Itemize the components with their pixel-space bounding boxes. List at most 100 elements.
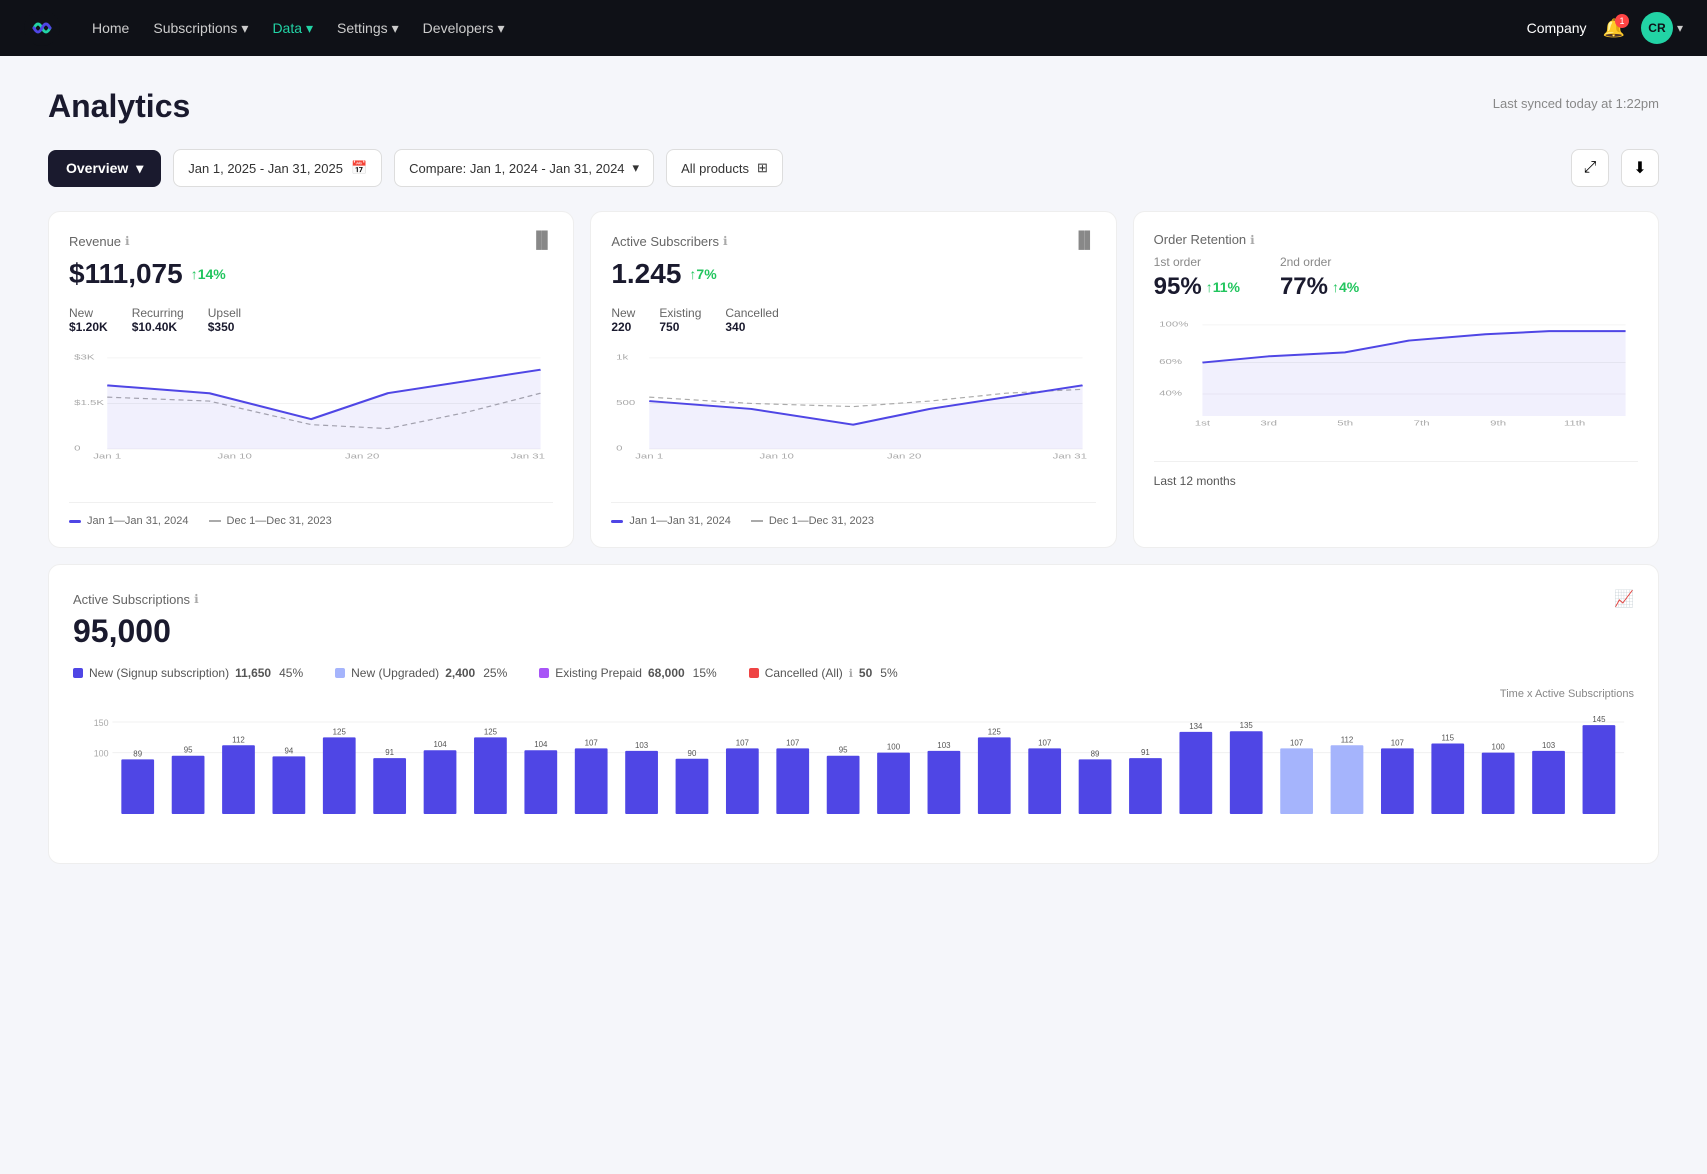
notification-badge: 1	[1615, 14, 1629, 28]
user-avatar-menu[interactable]: CR ▾	[1641, 12, 1683, 44]
nav-developers[interactable]: Developers ▾	[423, 20, 505, 37]
info-icon[interactable]: ℹ	[849, 667, 853, 680]
subscribers-sub-row: New 220 Existing 750 Cancelled 340	[611, 306, 1095, 334]
legend-color-box	[539, 668, 549, 678]
revenue-card: Revenue ℹ ▐▌ $111,075 ↑14% New $1.20K Re…	[48, 211, 574, 548]
legend-current: Jan 1—Jan 31, 2024	[69, 515, 189, 527]
nav-home[interactable]: Home	[92, 20, 129, 36]
chevron-down-icon: ▾	[498, 20, 505, 37]
svg-text:95: 95	[839, 746, 848, 755]
active-subscriptions-card: Active Subscriptions ℹ 📈 95,000 New (Sig…	[48, 564, 1659, 864]
retention-legend: Last 12 months	[1154, 461, 1638, 490]
retention-card: Order Retention ℹ 1st order 95% ↑11% 2nd…	[1133, 211, 1659, 548]
nav-subscriptions[interactable]: Subscriptions ▾	[153, 20, 248, 37]
svg-text:125: 125	[484, 727, 498, 736]
legend-existing-prepaid: Existing Prepaid 68,000 15%	[539, 666, 716, 680]
logo[interactable]	[24, 10, 60, 46]
info-icon[interactable]: ℹ	[194, 592, 199, 606]
svg-text:0: 0	[74, 445, 80, 453]
svg-text:1st: 1st	[1194, 419, 1210, 427]
active-subs-legend: New (Signup subscription) 11,650 45% New…	[73, 666, 1634, 680]
svg-text:135: 135	[1240, 721, 1254, 730]
svg-text:150: 150	[94, 718, 109, 728]
info-icon[interactable]: ℹ	[723, 234, 728, 248]
subs-new: New 220	[611, 306, 635, 334]
first-order-value: 95% ↑11%	[1154, 273, 1240, 301]
svg-text:134: 134	[1189, 722, 1203, 731]
nav-settings[interactable]: Settings ▾	[337, 20, 399, 37]
legend-color-box	[335, 668, 345, 678]
nav-links: Home Subscriptions ▾ Data ▾ Settings ▾ D…	[92, 20, 1495, 37]
chevron-down-icon: ▾	[1677, 21, 1683, 35]
main-content: Analytics Last synced today at 1:22pm Ov…	[0, 56, 1707, 912]
company-label: Company	[1527, 20, 1587, 36]
svg-text:5th: 5th	[1337, 419, 1353, 427]
subscribers-legend: Jan 1—Jan 31, 2024 Dec 1—Dec 31, 2023	[611, 502, 1095, 527]
bar-chart-icon[interactable]: ▐▌	[1073, 232, 1096, 250]
active-subs-value: 95,000	[73, 613, 1634, 650]
legend-compare: Dec 1—Dec 31, 2023	[751, 515, 874, 527]
svg-text:Jan 1: Jan 1	[93, 452, 121, 460]
page-title: Analytics	[48, 88, 190, 125]
svg-text:9th: 9th	[1490, 419, 1506, 427]
bar-chart-icon[interactable]: ▐▌	[531, 232, 554, 250]
nav-data[interactable]: Data ▾	[272, 20, 313, 37]
svg-text:$1.5K: $1.5K	[74, 399, 105, 407]
compare-button[interactable]: Compare: Jan 1, 2024 - Jan 31, 2024 ▾	[394, 149, 654, 187]
svg-text:40%: 40%	[1159, 390, 1183, 398]
svg-text:89: 89	[1091, 749, 1100, 758]
svg-text:94: 94	[284, 746, 293, 755]
expand-button[interactable]: ⤢	[1571, 149, 1609, 187]
filter-icon: ⊞	[757, 160, 768, 176]
svg-text:145: 145	[1592, 715, 1606, 724]
svg-text:112: 112	[1341, 735, 1354, 744]
active-subs-title: Active Subscriptions ℹ	[73, 592, 199, 607]
svg-text:11th: 11th	[1564, 419, 1585, 427]
svg-text:89: 89	[133, 749, 142, 758]
svg-text:60%: 60%	[1159, 358, 1183, 366]
svg-text:104: 104	[433, 740, 447, 749]
subs-existing: Existing 750	[659, 306, 701, 334]
chevron-down-icon: ▾	[306, 20, 313, 37]
active-subs-header: Active Subscriptions ℹ 📈	[73, 589, 1634, 609]
subscribers-title: Active Subscribers ℹ	[611, 234, 727, 249]
svg-text:107: 107	[1038, 738, 1052, 747]
revenue-card-header: Revenue ℹ ▐▌	[69, 232, 553, 250]
svg-text:103: 103	[1542, 741, 1556, 750]
svg-text:107: 107	[1391, 738, 1405, 747]
chevron-down-icon: ▾	[136, 160, 143, 177]
svg-text:91: 91	[385, 748, 394, 757]
svg-text:Jan 10: Jan 10	[217, 452, 251, 460]
svg-text:104: 104	[534, 740, 548, 749]
svg-text:125: 125	[333, 727, 347, 736]
svg-text:Jan 20: Jan 20	[345, 452, 379, 460]
chevron-down-icon: ▾	[392, 20, 399, 37]
revenue-upsell: Upsell $350	[208, 306, 241, 334]
svg-text:0: 0	[616, 445, 622, 453]
svg-text:Jan 31: Jan 31	[511, 452, 545, 460]
svg-text:100: 100	[94, 749, 109, 759]
subscribers-card: Active Subscribers ℹ ▐▌ 1.245 ↑7% New 22…	[590, 211, 1116, 548]
info-icon[interactable]: ℹ	[1250, 233, 1255, 247]
revenue-trend: ↑14%	[191, 266, 226, 282]
retention-title: Order Retention ℹ	[1154, 232, 1255, 247]
chevron-down-icon: ▾	[633, 160, 640, 176]
svg-text:107: 107	[1290, 738, 1304, 747]
svg-text:91: 91	[1141, 748, 1150, 757]
sync-status: Last synced today at 1:22pm	[1493, 96, 1659, 111]
revenue-chart: $3K $1.5K 0 Jan 1 Jan 10 Jan	[69, 350, 553, 490]
info-icon[interactable]: ℹ	[125, 234, 130, 248]
revenue-recurring: Recurring $10.40K	[132, 306, 184, 334]
line-chart-icon[interactable]: 📈	[1614, 589, 1634, 609]
notification-bell[interactable]: 🔔 1	[1603, 18, 1625, 39]
svg-text:107: 107	[736, 738, 750, 747]
products-filter-button[interactable]: All products ⊞	[666, 149, 783, 187]
page-header: Analytics Last synced today at 1:22pm	[48, 88, 1659, 125]
overview-button[interactable]: Overview ▾	[48, 150, 161, 187]
date-range-button[interactable]: Jan 1, 2025 - Jan 31, 2025 📅	[173, 149, 382, 187]
download-icon: ⬇	[1633, 158, 1646, 178]
download-button[interactable]: ⬇	[1621, 149, 1659, 187]
metric-cards-row: Revenue ℹ ▐▌ $111,075 ↑14% New $1.20K Re…	[48, 211, 1659, 548]
toolbar: Overview ▾ Jan 1, 2025 - Jan 31, 2025 📅 …	[48, 149, 1659, 187]
legend-new-upgraded: New (Upgraded) 2,400 25%	[335, 666, 507, 680]
